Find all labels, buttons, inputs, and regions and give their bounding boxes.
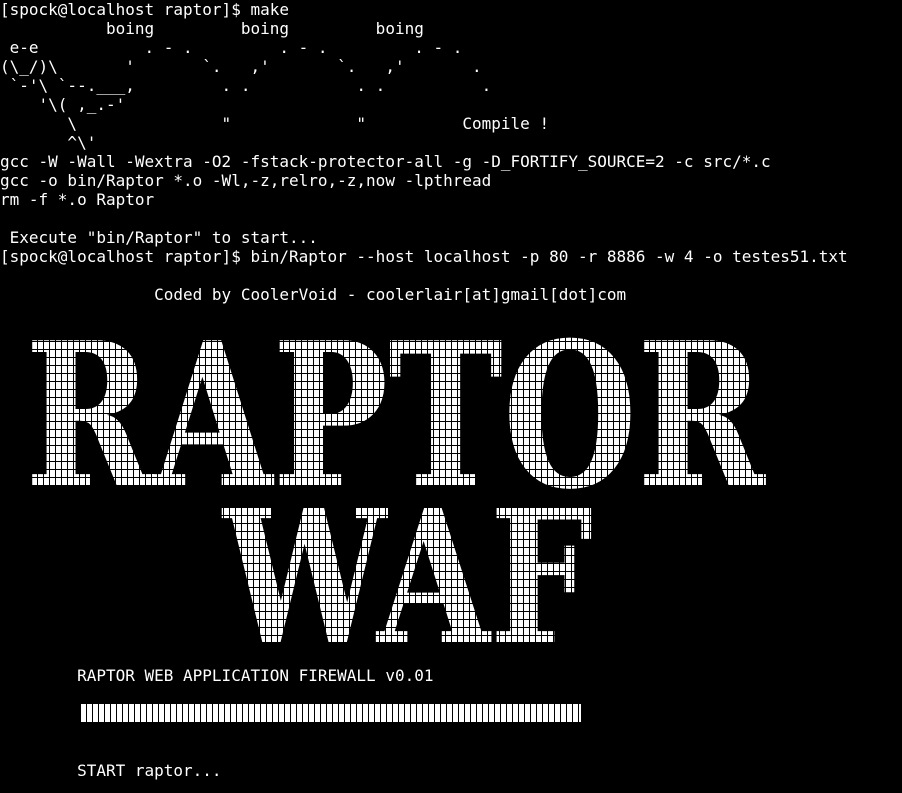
build-output-line: gcc -W -Wall -Wextra -O2 -fstack-protect…: [0, 152, 771, 171]
ascii-art-line: '\( ,_.-': [0, 95, 126, 114]
credits-line: Coded by CoolerVoid - coolerlair[at]gmai…: [0, 285, 627, 304]
ascii-art-line: boing boing boing: [0, 19, 424, 38]
ascii-art-line: (\_/)\ ' `. ,' `. ,' .: [0, 57, 482, 76]
progress-bar: [81, 704, 581, 722]
raptor-banner: RAPTOR: [20, 318, 770, 496]
waf-banner: WAF: [218, 492, 598, 652]
banner-text-raptor: RAPTOR: [25, 318, 766, 496]
prompt-run-raptor: [spock@localhost raptor]$ bin/Raptor --h…: [0, 247, 848, 266]
banner-text-waf: WAF: [221, 492, 593, 652]
ascii-art-line: e-e . - . . - . . - .: [0, 38, 463, 57]
build-output-line: rm -f *.o Raptor: [0, 190, 155, 209]
firewall-title: RAPTOR WEB APPLICATION FIREWALL v0.01: [0, 666, 434, 685]
ascii-art-line: \ " " Compile !: [0, 114, 550, 133]
progress-bar-fill: [81, 704, 581, 722]
build-output-line: gcc -o bin/Raptor *.o -Wl,-z,relro,-z,no…: [0, 171, 492, 190]
prompt-make: [spock@localhost raptor]$ make: [0, 0, 289, 19]
ascii-art-line: `-'\ `--.___, . . . . .: [0, 76, 492, 95]
start-status: START raptor...: [0, 761, 222, 780]
execute-hint: Execute "bin/Raptor" to start...: [0, 228, 318, 247]
ascii-art-line: ^\': [0, 133, 97, 152]
terminal-window[interactable]: [spock@localhost raptor]$ make boing boi…: [0, 0, 902, 793]
